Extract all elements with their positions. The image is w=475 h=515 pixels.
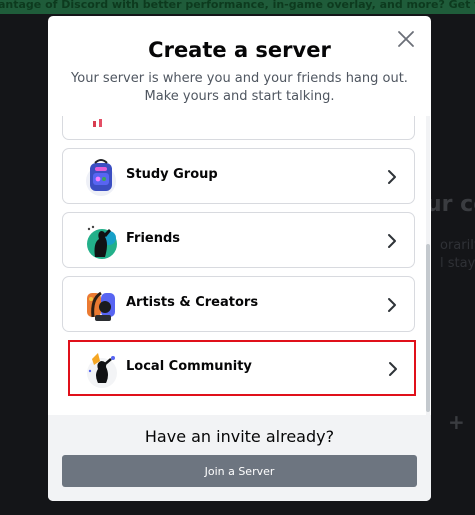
template-option-friends[interactable]: Friends <box>62 212 415 268</box>
template-label: Friends <box>126 231 181 246</box>
template-list[interactable]: Study Group Friends Artists & Creators L… <box>48 116 431 416</box>
study-group-icon <box>86 159 116 196</box>
modal-footer: Have an invite already? Join a Server <box>48 415 431 501</box>
template-label: Artists & Creators <box>126 295 259 310</box>
template-icon-partial <box>93 119 102 127</box>
invite-heading: Have an invite already? <box>144 427 335 446</box>
chevron-right-icon <box>389 362 397 376</box>
background-heading: ur co <box>426 192 475 217</box>
chevron-right-icon <box>388 234 396 248</box>
local-community-icon <box>87 353 117 388</box>
scrollbar-thumb[interactable] <box>426 244 430 412</box>
modal-subtitle: Your server is where you and your friend… <box>71 71 408 104</box>
background-text-line: l stay c <box>440 256 475 271</box>
template-label: Study Group <box>126 167 218 182</box>
chevron-right-icon <box>388 170 396 184</box>
plus-icon: + <box>448 410 465 434</box>
background-text-line: orarily <box>440 238 475 253</box>
modal-title: Create a server <box>148 38 331 62</box>
chevron-right-icon <box>388 298 396 312</box>
create-server-modal: Create a server Your server is where you… <box>48 16 431 501</box>
friends-icon <box>87 225 117 259</box>
template-option-partial[interactable] <box>62 116 415 140</box>
template-label: Local Community <box>126 359 252 374</box>
join-server-button[interactable]: Join a Server <box>62 455 417 487</box>
template-option-study-group[interactable]: Study Group <box>62 148 415 204</box>
artists-creators-icon <box>87 291 115 321</box>
download-banner: antage of Discord with better performanc… <box>0 0 475 14</box>
template-option-artists-creators[interactable]: Artists & Creators <box>62 276 415 332</box>
template-option-local-community[interactable]: Local Community <box>68 340 416 396</box>
